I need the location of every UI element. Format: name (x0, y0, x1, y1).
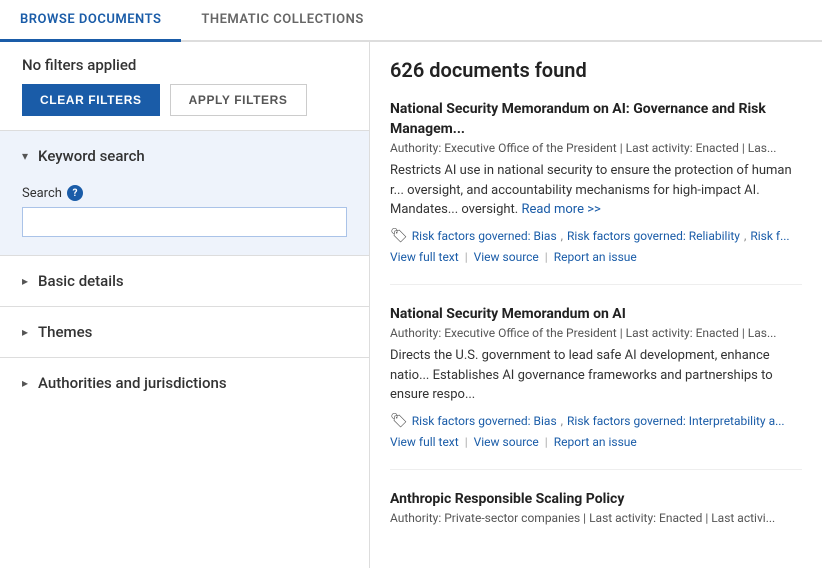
doc-title: Anthropic Responsible Scaling Policy (390, 490, 802, 510)
themes-chevron-icon: ▸ (22, 325, 28, 339)
document-item: Anthropic Responsible Scaling Policy Aut… (390, 490, 802, 552)
document-item: National Security Memorandum on AI: Gove… (390, 100, 802, 285)
themes-header[interactable]: ▸ Themes (0, 307, 369, 357)
tag-link[interactable]: Risk factors governed: Interpretability … (567, 414, 785, 428)
doc-tags: 🏷 Risk factors governed: Bias , Risk fac… (390, 413, 802, 429)
view-full-text-link[interactable]: View full text (390, 435, 459, 449)
tag-icon: 🏷 (390, 413, 408, 429)
tag-link[interactable]: Risk factors governed: Reliability (567, 229, 740, 243)
report-issue-link[interactable]: Report an issue (554, 250, 637, 264)
tab-bar: Browse Documents Thematic Collections (0, 0, 822, 42)
tag-link[interactable]: Risk f... (750, 229, 789, 243)
basic-details-section: ▸ Basic details (0, 255, 369, 306)
tag-link[interactable]: Risk factors governed: Bias (412, 229, 557, 243)
apply-filters-button[interactable]: APPLY FILTERS (170, 84, 307, 116)
keyword-search-header[interactable]: ▾ Keyword search (0, 131, 369, 175)
keyword-search-body: Search ? (0, 175, 369, 255)
results-panel: 626 documents found National Security Me… (370, 42, 822, 568)
view-source-link[interactable]: View source (474, 435, 539, 449)
doc-meta: Authority: Executive Office of the Presi… (390, 326, 802, 340)
tab-browse-documents[interactable]: Browse Documents (0, 0, 181, 42)
search-field-label: Search ? (22, 185, 347, 201)
basic-details-label: Basic details (38, 272, 124, 290)
search-input[interactable] (22, 207, 347, 237)
keyword-search-section: ▾ Keyword search Search ? (0, 130, 369, 255)
results-count: 626 documents found (390, 58, 802, 82)
clear-filters-button[interactable]: CLEAR FILTERS (22, 84, 160, 116)
document-item: National Security Memorandum on AI Autho… (390, 305, 802, 470)
doc-desc: Restricts AI use in national security to… (390, 161, 802, 220)
doc-actions: View full text | View source | Report an… (390, 250, 802, 264)
tag-icon: 🏷 (390, 228, 408, 244)
doc-desc: Directs the U.S. government to lead safe… (390, 346, 802, 405)
authorities-chevron-icon: ▸ (22, 376, 28, 390)
authorities-header[interactable]: ▸ Authorities and jurisdictions (0, 358, 369, 408)
main-layout: No filters applied CLEAR FILTERS APPLY F… (0, 42, 822, 568)
filter-status: No filters applied (0, 42, 369, 84)
basic-details-header[interactable]: ▸ Basic details (0, 256, 369, 306)
filter-buttons: CLEAR FILTERS APPLY FILTERS (0, 84, 369, 130)
doc-actions: View full text | View source | Report an… (390, 435, 802, 449)
doc-meta: Authority: Private-sector companies | La… (390, 511, 802, 525)
themes-label: Themes (38, 323, 92, 341)
basic-details-chevron-icon: ▸ (22, 274, 28, 288)
view-full-text-link[interactable]: View full text (390, 250, 459, 264)
tab-thematic-collections[interactable]: Thematic Collections (181, 0, 383, 42)
report-issue-link[interactable]: Report an issue (554, 435, 637, 449)
view-source-link[interactable]: View source (474, 250, 539, 264)
doc-tags: 🏷 Risk factors governed: Bias , Risk fac… (390, 228, 802, 244)
keyword-search-label: Keyword search (38, 147, 145, 165)
keyword-chevron-icon: ▾ (22, 149, 28, 163)
doc-title: National Security Memorandum on AI: Gove… (390, 100, 802, 139)
search-help-icon[interactable]: ? (67, 185, 83, 201)
search-label-text: Search (22, 186, 62, 201)
tag-link[interactable]: Risk factors governed: Bias (412, 414, 557, 428)
authorities-section: ▸ Authorities and jurisdictions (0, 357, 369, 408)
read-more-link[interactable]: Read more >> (521, 202, 600, 217)
doc-title: National Security Memorandum on AI (390, 305, 802, 325)
sidebar: No filters applied CLEAR FILTERS APPLY F… (0, 42, 370, 568)
doc-meta: Authority: Executive Office of the Presi… (390, 141, 802, 155)
themes-section: ▸ Themes (0, 306, 369, 357)
authorities-label: Authorities and jurisdictions (38, 374, 227, 392)
